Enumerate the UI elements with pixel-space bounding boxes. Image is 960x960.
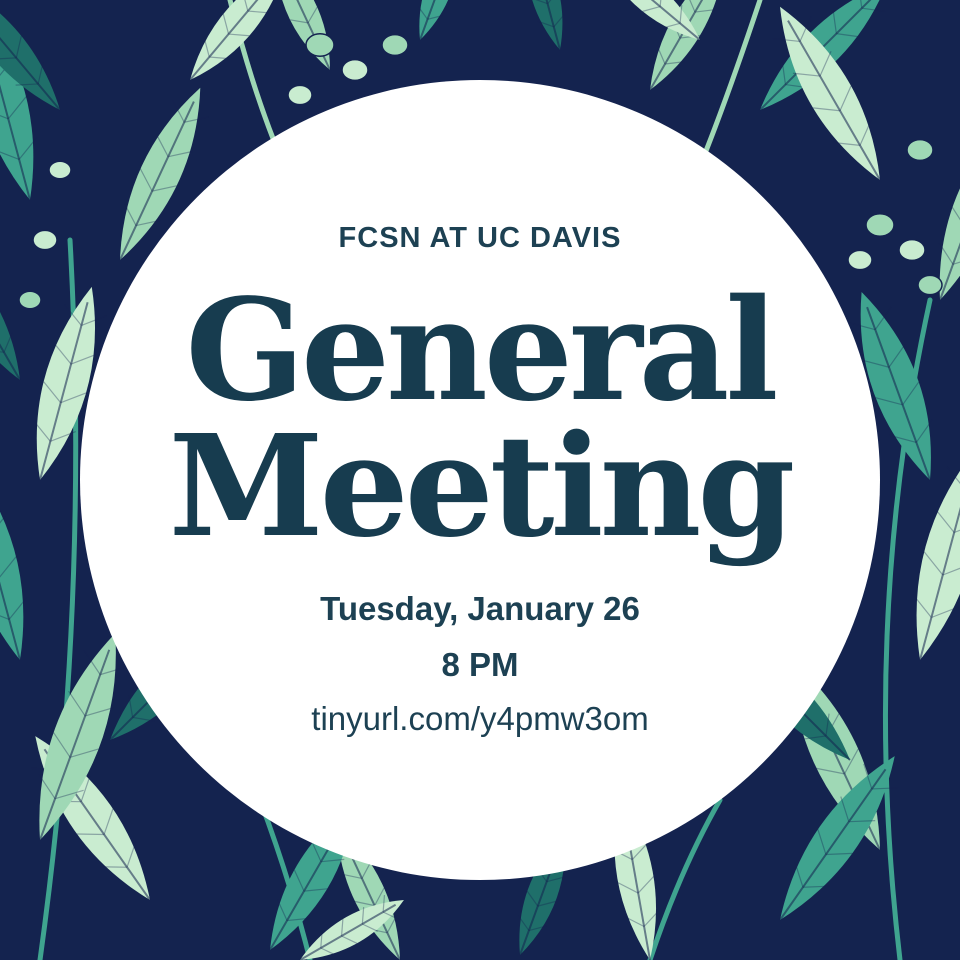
berry-shape xyxy=(906,138,934,162)
title-line-2: Meeting xyxy=(168,405,796,569)
event-time: 8 PM xyxy=(441,646,519,683)
berry-shape xyxy=(48,160,72,180)
organization-name: FCSN AT UC DAVIS xyxy=(338,222,622,254)
event-link: tinyurl.com/y4pmw3om xyxy=(311,700,649,737)
berry-shape xyxy=(381,33,409,57)
leaf-shape xyxy=(189,0,287,81)
event-date: Tuesday, January 26 xyxy=(320,590,640,627)
berry-shape xyxy=(305,33,335,57)
berry-shape xyxy=(287,84,313,106)
leaf-shape xyxy=(526,0,566,51)
title-line-1: General xyxy=(185,269,778,433)
berry-shape xyxy=(341,58,369,82)
poster: FCSN AT UC DAVIS General Meeting Tuesday… xyxy=(0,0,960,960)
leaf-shape xyxy=(417,0,459,41)
